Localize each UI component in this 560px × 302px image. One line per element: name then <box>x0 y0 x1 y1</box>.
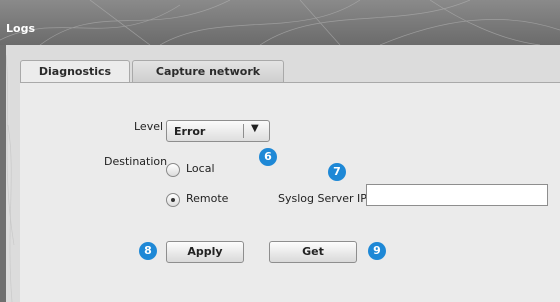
window-title: Logs <box>6 22 35 35</box>
select-divider <box>243 124 244 138</box>
level-label: Level <box>134 120 164 133</box>
tab-capture-network-packets[interactable]: Capture network packets <box>132 60 284 100</box>
logs-panel: Diagnostics Capture network packets <box>6 45 560 302</box>
window-titlebar: Logs <box>0 0 560 45</box>
destination-label: Destination <box>104 155 168 168</box>
apply-button[interactable]: Apply <box>166 241 244 263</box>
callout-badge-7: 7 <box>328 163 346 181</box>
syslog-server-ip-input[interactable] <box>366 184 548 206</box>
callout-badge-9: 9 <box>368 242 386 260</box>
tab-diagnostics[interactable]: Diagnostics <box>20 60 130 82</box>
callout-badge-8: 8 <box>139 242 157 260</box>
radio-remote[interactable] <box>166 193 180 207</box>
level-select[interactable]: Error ▼ <box>166 120 270 142</box>
get-button[interactable]: Get <box>269 241 357 263</box>
dropdown-arrow-icon[interactable]: ▼ <box>251 123 259 134</box>
titlebar-pattern <box>0 0 560 45</box>
syslog-server-ip-label: Syslog Server IP <box>278 192 367 205</box>
radio-local-label: Local <box>186 162 215 175</box>
radio-local[interactable] <box>166 163 180 177</box>
radio-remote-label: Remote <box>186 192 229 205</box>
level-select-value: Error <box>174 125 206 138</box>
callout-badge-6: 6 <box>259 148 277 166</box>
radio-selected-dot <box>171 198 175 202</box>
